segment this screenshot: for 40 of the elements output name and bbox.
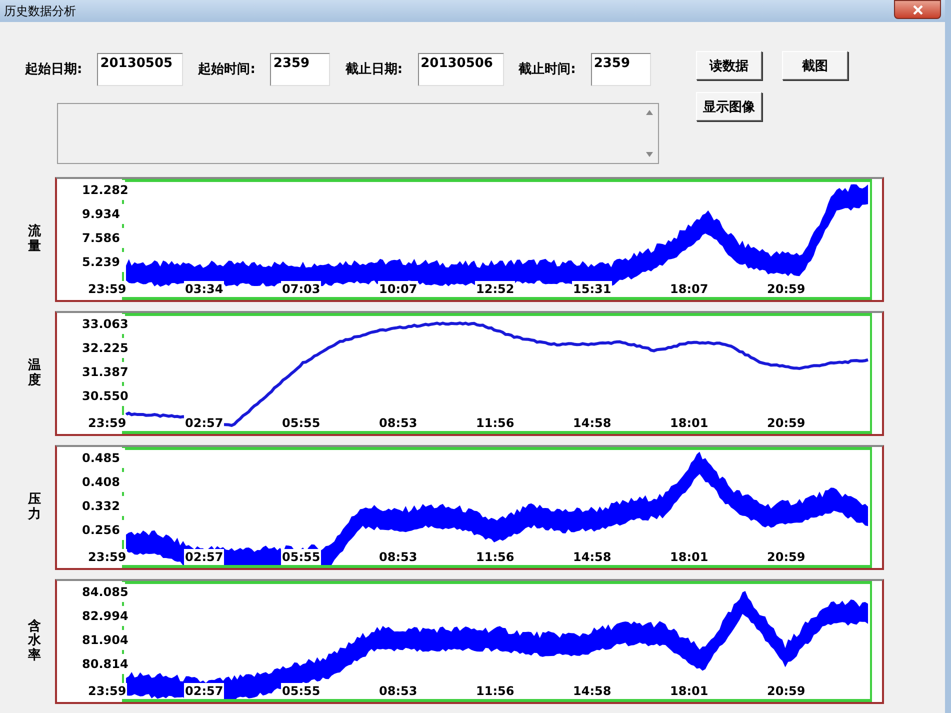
chart-title: 温度 [28, 359, 41, 388]
date-field[interactable]: 20130505 [97, 52, 184, 86]
chart-title: 压力 [28, 493, 41, 522]
scroll-up-icon[interactable] [646, 110, 653, 115]
axis-label: 0.485 [82, 448, 125, 468]
axis-label: 05:55 [281, 549, 322, 565]
axis-label: 23:59 [87, 281, 128, 297]
axis-label: 5.239 [82, 252, 125, 272]
axis-label: 12.282 [82, 180, 125, 200]
field-label: 截止日期: [345, 61, 403, 78]
axis-label: 33.063 [82, 314, 125, 334]
toolbar-button[interactable]: 显示图像 [696, 92, 762, 121]
chart-title: 流量 [28, 225, 41, 254]
axis-label: 23:59 [87, 683, 128, 699]
axis-label: 9.934 [82, 204, 125, 224]
axis-label: 02:57 [184, 683, 224, 699]
date-field[interactable]: 20130506 [418, 52, 504, 86]
axis-label: 0.332 [82, 496, 125, 516]
time-field[interactable]: 2359 [270, 52, 330, 86]
axis-label: 23:59 [87, 549, 128, 565]
close-button[interactable] [894, 0, 941, 19]
time-field[interactable]: 2359 [590, 52, 651, 86]
close-icon [912, 4, 924, 14]
field-label: 起始时间: [198, 61, 256, 78]
axis-label: 0.408 [82, 472, 125, 492]
field-label: 起始日期: [25, 61, 82, 78]
axis-label: 31.387 [82, 362, 125, 382]
scroll-down-icon[interactable] [646, 152, 653, 157]
axis-label: 02:57 [184, 549, 224, 565]
axis-label: 7.586 [82, 228, 125, 248]
toolbar-button[interactable]: 读数据 [696, 51, 762, 80]
message-box[interactable] [57, 102, 659, 164]
axis-label: 32.225 [82, 338, 125, 358]
toolbar-button[interactable]: 截图 [782, 51, 848, 80]
axis-label: 0.256 [82, 520, 125, 540]
window-title: 历史数据分析 [4, 2, 76, 20]
axis-label: 23:59 [87, 415, 128, 431]
chart-title: 含水率 [28, 620, 41, 663]
field-label: 截止时间: [518, 61, 576, 78]
axis-label: 84.085 [82, 582, 125, 602]
